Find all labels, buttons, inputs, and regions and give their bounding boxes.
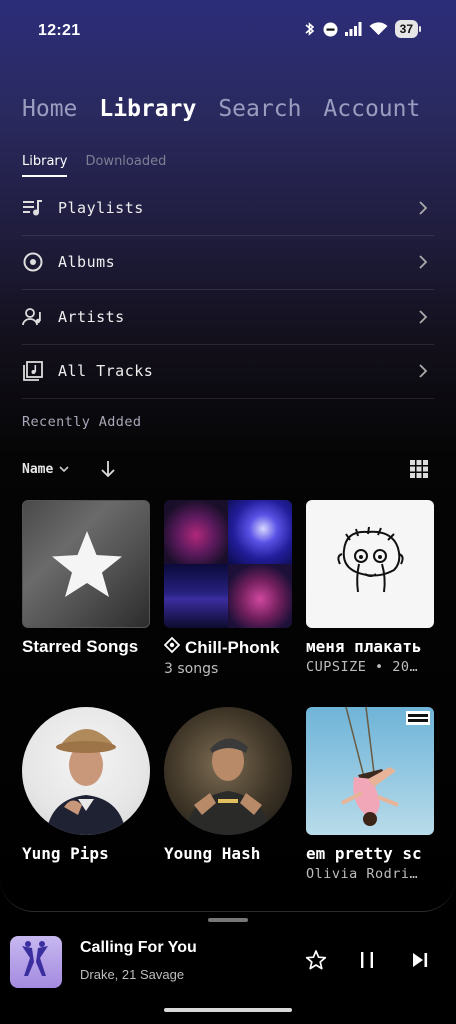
sort-direction-button[interactable]: [100, 460, 116, 482]
library-item-label: Artists: [58, 307, 125, 326]
battery-icon: 37: [394, 20, 422, 38]
card-young-hash[interactable]: Young Hash: [164, 707, 292, 863]
chill-phonk-cover: [164, 500, 292, 628]
card-title: em pretty sc: [306, 844, 422, 863]
library-item-label: Albums: [58, 253, 116, 272]
pause-button[interactable]: [355, 950, 379, 974]
artist-photo: [46, 729, 126, 835]
album-art-swing: [341, 707, 430, 826]
album-icon: [22, 251, 44, 273]
arrow-down-icon: [100, 461, 116, 482]
card-title: Young Hash: [164, 844, 261, 863]
now-playing-artist: Drake, 21 Savage: [80, 967, 185, 982]
status-icons: 37: [304, 20, 422, 38]
olivia-rodrigo-album-cover: [306, 707, 434, 835]
skip-next-icon: [411, 951, 429, 973]
card-title-row: Chill-Phonk: [164, 637, 296, 658]
card-subtitle: Olivia Rodri…: [306, 866, 419, 882]
mini-player[interactable]: Calling For You Drake, 21 Savage: [0, 926, 456, 998]
yung-pips-avatar: [22, 707, 150, 835]
library-item-artists[interactable]: Artists: [22, 290, 434, 345]
do-not-disturb-icon: [323, 22, 338, 37]
now-playing-title: Calling For You: [80, 939, 197, 956]
recently-added-heading: Recently Added: [22, 414, 142, 430]
library-item-playlists[interactable]: Playlists: [22, 181, 434, 236]
status-time: 12:21: [38, 22, 81, 39]
subtab-library[interactable]: Library: [22, 154, 68, 177]
player-drag-handle[interactable]: [208, 918, 248, 922]
card-menya-plakat[interactable]: меня плакать CUPSIZE • 20…: [306, 500, 434, 675]
signal-icon: [344, 22, 362, 36]
tab-library[interactable]: Library: [99, 96, 196, 122]
tab-account[interactable]: Account: [323, 96, 420, 122]
pause-icon: [359, 951, 375, 973]
artist-icon: [22, 306, 44, 328]
cover-tile: [164, 564, 228, 628]
tracks-icon: [22, 360, 44, 382]
card-chill-phonk[interactable]: Chill-Phonk 3 songs: [164, 500, 292, 677]
card-olivia-rodrigo-album[interactable]: em pretty sc Olivia Rodri…: [306, 707, 434, 882]
cover-tile: [228, 500, 292, 564]
artwork-figures: [22, 941, 48, 976]
star-outline-icon: [305, 949, 327, 975]
artist-photo: [184, 738, 272, 835]
card-subtitle: 3 songs: [164, 661, 219, 677]
sort-by-dropdown[interactable]: Name: [22, 462, 69, 477]
cover-tile: [228, 564, 292, 628]
playlist-icon: [22, 197, 44, 219]
chevron-right-icon: [416, 310, 430, 324]
card-title: Yung Pips: [22, 844, 109, 863]
cover-tile: [164, 500, 228, 564]
wifi-icon: [369, 22, 388, 36]
card-title: меня плакать: [306, 637, 422, 656]
sort-row: Name: [22, 460, 434, 484]
status-bar: 12:21 37: [0, 0, 456, 60]
home-indicator[interactable]: [164, 1008, 292, 1012]
star-icon: [52, 531, 122, 597]
cupsize-album-cover: [306, 500, 434, 628]
library-item-label: All Tracks: [58, 362, 154, 381]
library-sub-tabs: Library Downloaded: [22, 154, 166, 177]
library-item-albums[interactable]: Albums: [22, 236, 434, 290]
bluetooth-icon: [304, 21, 316, 37]
card-yung-pips[interactable]: Yung Pips: [22, 707, 150, 863]
library-item-all-tracks[interactable]: All Tracks: [22, 345, 434, 399]
card-subtitle: CUPSIZE • 20…: [306, 659, 419, 675]
chevron-right-icon: [416, 255, 430, 269]
sort-by-label: Name: [22, 462, 54, 477]
card-title: Chill-Phonk: [185, 637, 280, 657]
chevron-right-icon: [416, 201, 430, 215]
chevron-down-icon: [59, 462, 69, 477]
subtab-downloaded[interactable]: Downloaded: [85, 154, 166, 177]
young-hash-avatar: [164, 707, 292, 835]
card-starred-songs[interactable]: Starred Songs: [22, 500, 150, 657]
tab-home[interactable]: Home: [22, 96, 77, 122]
main-nav-tabs: Home Library Search Account: [22, 96, 420, 122]
library-item-label: Playlists: [58, 198, 144, 217]
playlist-badge-icon: [164, 637, 181, 658]
crying-face-illustration: [337, 526, 404, 593]
grid-view-toggle[interactable]: [410, 460, 428, 482]
now-playing-artwork: [10, 936, 62, 988]
library-screen: 12:21 37 Home Library Search Account Lib…: [0, 0, 456, 912]
library-list: Playlists Albums Artists All Tracks: [22, 181, 434, 399]
favorite-button[interactable]: [304, 950, 328, 974]
chevron-right-icon: [416, 364, 430, 378]
starred-songs-cover: [22, 500, 150, 628]
next-track-button[interactable]: [408, 950, 432, 974]
tab-search[interactable]: Search: [218, 96, 301, 122]
grid-icon: [410, 460, 428, 482]
card-title: Starred Songs: [22, 637, 139, 656]
